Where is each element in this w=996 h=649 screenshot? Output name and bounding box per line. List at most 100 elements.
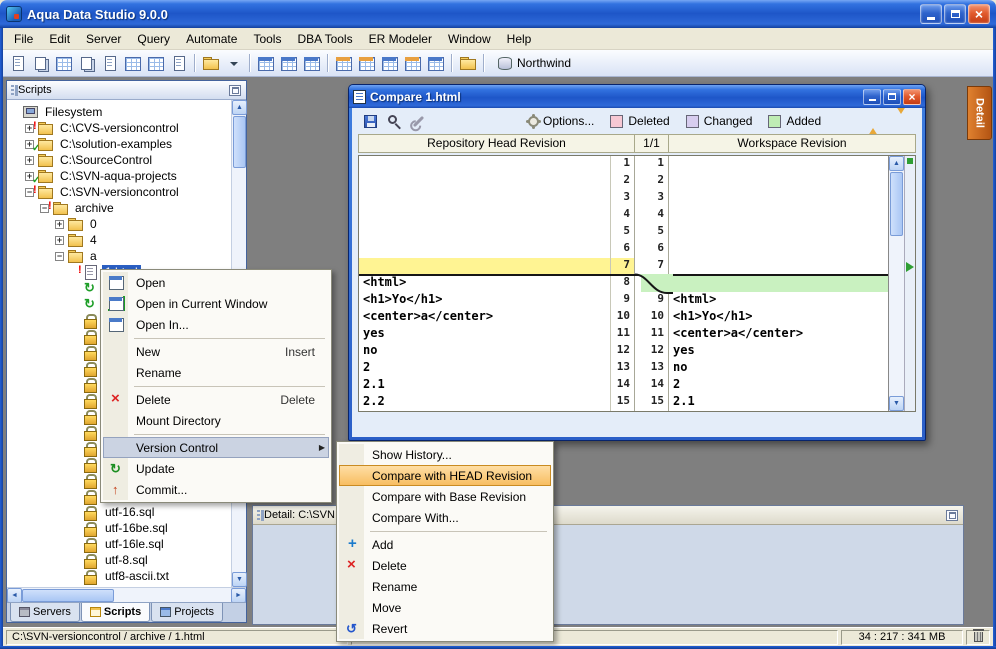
tab-servers[interactable]: Servers — [10, 603, 80, 622]
menu-item-rename[interactable]: Rename — [339, 576, 551, 597]
menu-item-compare-with-base-revision[interactable]: Compare with Base Revision — [339, 486, 551, 507]
new-editor-button[interactable] — [6, 52, 29, 74]
tab-scripts[interactable]: Scripts — [80, 603, 151, 622]
menu-item-revert[interactable]: Revert — [339, 618, 551, 639]
table-columns-button[interactable] — [277, 52, 300, 74]
menu-item-compare-with[interactable]: Compare With... — [339, 507, 551, 528]
right-code-pane[interactable]: <html> <h1>Yo</h1> <center>a</center> yes no… — [669, 156, 888, 411]
scroll-left-icon[interactable]: ◄ — [7, 587, 22, 603]
copy-window-button[interactable] — [75, 52, 98, 74]
new-window-button[interactable] — [29, 52, 52, 74]
title-bar[interactable]: Aqua Data Studio 9.0.0 × — [0, 0, 996, 28]
menu-file[interactable]: File — [6, 30, 41, 48]
horizontal-scroll-thumb[interactable] — [22, 588, 114, 602]
menu-server[interactable]: Server — [78, 30, 129, 48]
results-grid-button[interactable] — [52, 52, 75, 74]
previous-diff-button[interactable] — [866, 114, 880, 139]
tree-item-4[interactable]: +4 — [7, 232, 231, 248]
schema-browser-button[interactable] — [456, 52, 479, 74]
compare-title-bar[interactable]: Compare 1.html × — [349, 85, 925, 108]
options-button[interactable]: Options... — [528, 114, 594, 128]
minimize-button[interactable] — [920, 4, 942, 24]
close-button[interactable]: × — [968, 4, 990, 24]
scroll-up-icon[interactable]: ▲ — [889, 156, 904, 171]
tree-item-c-svn-aqua-projects[interactable]: + ✓ C:\SVN-aqua-projects — [7, 168, 231, 186]
menu-item-mount-directory[interactable]: Mount Directory — [103, 410, 329, 431]
menu-item-rename[interactable]: Rename — [103, 362, 329, 383]
menu-item-show-history[interactable]: Show History... — [339, 444, 551, 465]
table-rows-button[interactable] — [300, 52, 323, 74]
filter-table-button[interactable] — [378, 52, 401, 74]
menu-item-open[interactable]: Open — [103, 272, 329, 293]
maximize-button[interactable] — [944, 4, 966, 24]
tree-item-filesystem[interactable]: Filesystem — [7, 104, 231, 120]
menu-item-open-in[interactable]: Open In... — [103, 314, 329, 335]
menu-window[interactable]: Window — [440, 30, 499, 48]
menu-tools[interactable]: Tools — [245, 30, 289, 48]
compare-maximize-button[interactable] — [883, 88, 901, 105]
menu-item-move[interactable]: Move — [339, 597, 551, 618]
menu-item-open-in-current-window[interactable]: Open in Current Window — [103, 293, 329, 314]
menu-automate[interactable]: Automate — [178, 30, 245, 48]
menu-item-new[interactable]: New Insert — [103, 341, 329, 362]
save-button[interactable] — [360, 112, 380, 130]
menu-item-add[interactable]: Add — [339, 534, 551, 555]
tab-projects[interactable]: Projects — [151, 603, 223, 622]
scroll-up-icon[interactable]: ▲ — [232, 100, 247, 115]
refresh-table-button[interactable] — [355, 52, 378, 74]
menu-help[interactable]: Help — [499, 30, 540, 48]
tree-item-a[interactable]: − a — [7, 248, 231, 264]
float-panel-button[interactable] — [229, 84, 241, 96]
compare-close-button[interactable]: × — [903, 88, 921, 105]
tree-item-utf-16be-sql[interactable]: utf-16be.sql — [7, 520, 231, 537]
menu-er-modeler[interactable]: ER Modeler — [361, 30, 440, 48]
find-button[interactable] — [384, 112, 404, 130]
scroll-down-icon[interactable]: ▼ — [232, 572, 247, 587]
merge-button[interactable] — [408, 112, 428, 130]
browse-table-button[interactable] — [332, 52, 355, 74]
scroll-down-icon[interactable]: ▼ — [889, 396, 904, 411]
detail-side-tab[interactable]: Detail — [967, 86, 992, 140]
tree-item-c-svn-versioncontrol[interactable]: −! C:\SVN-versioncontrol — [7, 184, 231, 200]
describe-button[interactable] — [98, 52, 121, 74]
compare-minimize-button[interactable] — [863, 88, 881, 105]
vertical-scroll-thumb[interactable] — [890, 172, 903, 236]
menu-dba-tools[interactable]: DBA Tools — [289, 30, 360, 48]
expand-icon[interactable]: + — [25, 155, 34, 165]
history-dropdown-button[interactable] — [222, 52, 245, 74]
vertical-scroll-thumb[interactable] — [233, 116, 246, 168]
expand-icon[interactable]: + — [55, 235, 64, 245]
float-panel-button[interactable] — [946, 509, 958, 521]
menu-item-version-control[interactable]: Version Control ▶ — [103, 437, 329, 458]
next-diff-button[interactable] — [894, 108, 908, 128]
tree-item-utf-16-sql[interactable]: utf-16.sql — [7, 504, 231, 521]
table-button[interactable] — [254, 52, 277, 74]
tree-item-c-solution-examples[interactable]: + ✓ C:\solution-examples — [7, 136, 231, 154]
tree-item-0[interactable]: +0 — [7, 216, 231, 232]
export-table-button[interactable] — [401, 52, 424, 74]
export-button[interactable] — [167, 52, 190, 74]
menu-item-commit[interactable]: Commit... — [103, 479, 329, 500]
table-data-button[interactable] — [121, 52, 144, 74]
tree-item-utf-8-sql[interactable]: utf-8.sql — [7, 552, 231, 569]
tree-item-c-cvs-versioncontrol[interactable]: +! C:\CVS-versioncontrol — [7, 120, 231, 136]
import-table-button[interactable] — [424, 52, 447, 74]
menu-query[interactable]: Query — [129, 30, 178, 48]
database-selector[interactable]: Northwind — [492, 54, 575, 72]
scroll-right-icon[interactable]: ► — [231, 587, 246, 603]
menu-item-update[interactable]: Update — [103, 458, 329, 479]
menu-edit[interactable]: Edit — [41, 30, 78, 48]
tree-item-utf-16le-sql[interactable]: utf-16le.sql — [7, 536, 231, 553]
expand-icon[interactable]: + — [55, 219, 64, 229]
scripts-panel-header[interactable]: Scripts — [7, 81, 246, 100]
open-folder-button[interactable] — [199, 52, 222, 74]
tree-item-c-sourcecontrol[interactable]: + C:\SourceControl — [7, 152, 231, 168]
left-code-pane[interactable]: <html> <h1>Yo</h1> <center>a</center> yes no… — [359, 156, 611, 411]
tree-item-archive[interactable]: −! archive — [7, 200, 231, 216]
tree-item-utf8-ascii-txt[interactable]: utf8-ascii.txt — [7, 568, 231, 585]
change-marker-strip[interactable] — [904, 156, 915, 411]
diff-vertical-scrollbar[interactable]: ▲ ▼ — [888, 156, 904, 411]
garbage-collect-button[interactable] — [966, 629, 990, 645]
table-ddl-button[interactable] — [144, 52, 167, 74]
tree-horizontal-scrollbar[interactable]: ◄ ► — [7, 587, 246, 603]
